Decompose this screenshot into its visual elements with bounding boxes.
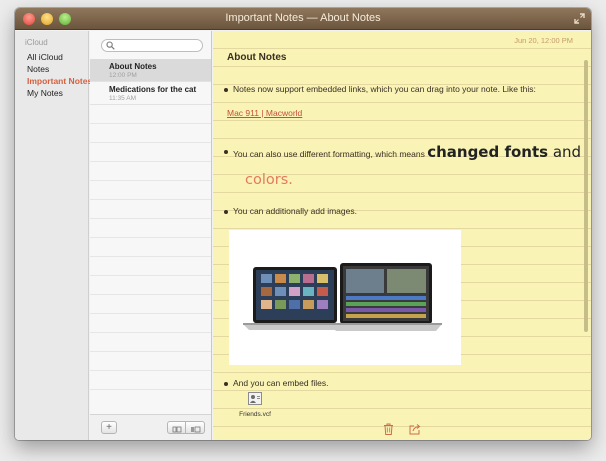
list-view-icon bbox=[172, 426, 182, 433]
search-input[interactable] bbox=[116, 40, 200, 51]
list-item-about-notes[interactable]: About Notes 12:00 PM bbox=[90, 59, 211, 82]
sidebar-item-important-notes[interactable]: Important Notes bbox=[27, 76, 92, 86]
empty-row bbox=[90, 162, 211, 181]
list-item-title: About Notes bbox=[109, 62, 157, 71]
empty-row bbox=[90, 276, 211, 295]
share-icon[interactable] bbox=[409, 423, 421, 435]
sidebar-header-icloud: iCloud bbox=[25, 38, 48, 47]
sidebar-item-all-icloud[interactable]: All iCloud bbox=[27, 52, 63, 62]
accounts-sidebar: iCloud All iCloud Notes Important Notes … bbox=[15, 31, 92, 440]
empty-row bbox=[90, 124, 211, 143]
list-footer: + bbox=[90, 414, 211, 440]
note-bullet-images: You can additionally add images. bbox=[224, 206, 357, 216]
sidebar-item-notes[interactable]: Notes bbox=[27, 64, 49, 74]
notes-list-pane: About Notes 12:00 PM Medications for the… bbox=[90, 31, 212, 440]
note-bullet-formatting: You can also use different formatting, w… bbox=[223, 143, 582, 161]
empty-row bbox=[90, 105, 211, 124]
empty-row bbox=[90, 200, 211, 219]
empty-row bbox=[90, 371, 211, 390]
list-item-title: Medications for the cat bbox=[109, 85, 197, 94]
laptops-image bbox=[243, 263, 442, 331]
file-attachment[interactable]: Friends.vcf bbox=[235, 392, 275, 418]
note-title: About Notes bbox=[227, 52, 287, 63]
embedded-image[interactable] bbox=[229, 230, 461, 365]
formatting-text: You can also use different formatting, w… bbox=[233, 149, 428, 159]
changed-fonts-text: changed fonts bbox=[427, 143, 549, 161]
list-item-medications[interactable]: Medications for the cat 11:35 AM bbox=[90, 82, 211, 105]
list-view-button[interactable] bbox=[168, 422, 186, 433]
empty-row bbox=[90, 181, 211, 200]
search-icon bbox=[106, 41, 115, 50]
search-field[interactable] bbox=[101, 39, 203, 52]
note-bullet-links: Notes now support embedded links, which … bbox=[224, 84, 536, 94]
note-bullet-files: And you can embed files. bbox=[223, 378, 329, 388]
empty-row bbox=[90, 314, 211, 333]
notes-list: About Notes 12:00 PM Medications for the… bbox=[90, 59, 211, 390]
attachment-filename: Friends.vcf bbox=[239, 411, 271, 418]
empty-row bbox=[90, 143, 211, 162]
list-item-date: 12:00 PM bbox=[109, 72, 137, 79]
notes-view-icon bbox=[191, 426, 201, 433]
editor-scrollbar[interactable] bbox=[584, 60, 588, 332]
empty-row bbox=[90, 238, 211, 257]
empty-row bbox=[90, 257, 211, 276]
note-date: Jun 20, 12:00 PM bbox=[514, 36, 573, 45]
empty-row bbox=[90, 219, 211, 238]
view-toggle bbox=[167, 421, 205, 434]
colors-text: colors. bbox=[245, 172, 293, 188]
add-note-button[interactable]: + bbox=[101, 421, 117, 434]
notes-view-button[interactable] bbox=[187, 422, 205, 433]
trash-icon[interactable] bbox=[383, 423, 394, 435]
vcard-file-icon bbox=[248, 392, 262, 405]
embedded-link[interactable]: Mac 911 | Macworld bbox=[227, 108, 302, 118]
sidebar-item-my-notes[interactable]: My Notes bbox=[27, 88, 63, 98]
note-editor[interactable]: Jun 20, 12:00 PM About Notes Notes now s… bbox=[213, 31, 591, 440]
list-item-date: 11:35 AM bbox=[109, 95, 136, 102]
notes-window: Important Notes — About Notes iCloud All… bbox=[15, 8, 591, 440]
and-text: and bbox=[548, 143, 582, 161]
empty-row bbox=[90, 352, 211, 371]
empty-row bbox=[90, 295, 211, 314]
empty-row bbox=[90, 333, 211, 352]
title-bar[interactable]: Important Notes — About Notes bbox=[15, 8, 591, 30]
fullscreen-icon[interactable] bbox=[574, 13, 585, 24]
window-title: Important Notes — About Notes bbox=[225, 12, 381, 24]
